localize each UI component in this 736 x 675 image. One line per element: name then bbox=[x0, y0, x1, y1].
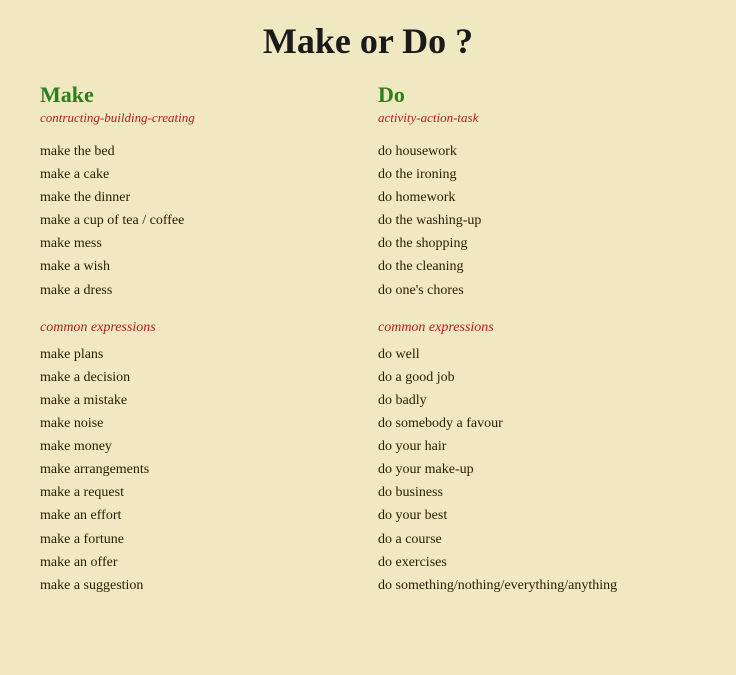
do-expression-items: do welldo a good jobdo badlydo somebody … bbox=[378, 343, 696, 597]
make-column: Make contructing-building-creating make … bbox=[30, 82, 368, 597]
list-item: make arrangements bbox=[40, 458, 358, 481]
list-item: make an offer bbox=[40, 551, 358, 574]
columns: Make contructing-building-creating make … bbox=[30, 82, 706, 597]
list-item: make the dinner bbox=[40, 186, 358, 209]
list-item: do your best bbox=[378, 504, 696, 527]
list-item: make a cup of tea / coffee bbox=[40, 209, 358, 232]
list-item: make a request bbox=[40, 481, 358, 504]
list-item: make the bed bbox=[40, 140, 358, 163]
make-basic-items: make the bedmake a cakemake the dinnerma… bbox=[40, 140, 358, 302]
list-item: make mess bbox=[40, 232, 358, 255]
do-section-label: common expressions bbox=[378, 316, 696, 339]
list-item: do one's chores bbox=[378, 279, 696, 302]
list-item: do something/nothing/everything/anything bbox=[378, 574, 696, 597]
do-column: Do activity-action-task do houseworkdo t… bbox=[368, 82, 706, 597]
list-item: do exercises bbox=[378, 551, 696, 574]
list-item: do homework bbox=[378, 186, 696, 209]
do-basic-items: do houseworkdo the ironingdo homeworkdo … bbox=[378, 140, 696, 302]
list-item: make money bbox=[40, 435, 358, 458]
list-item: do the ironing bbox=[378, 163, 696, 186]
list-item: do well bbox=[378, 343, 696, 366]
list-item: do your make-up bbox=[378, 458, 696, 481]
list-item: do the cleaning bbox=[378, 255, 696, 278]
make-subtitle: contructing-building-creating bbox=[40, 110, 358, 126]
make-heading: Make bbox=[40, 82, 358, 108]
list-item: make a cake bbox=[40, 163, 358, 186]
list-item: make a dress bbox=[40, 279, 358, 302]
list-item: make an effort bbox=[40, 504, 358, 527]
do-subtitle: activity-action-task bbox=[378, 110, 696, 126]
make-section-label: common expressions bbox=[40, 316, 358, 339]
list-item: do badly bbox=[378, 389, 696, 412]
list-item: make a fortune bbox=[40, 528, 358, 551]
list-item: do somebody a favour bbox=[378, 412, 696, 435]
list-item: make a decision bbox=[40, 366, 358, 389]
do-heading: Do bbox=[378, 82, 696, 108]
list-item: do business bbox=[378, 481, 696, 504]
list-item: make plans bbox=[40, 343, 358, 366]
make-expression-items: make plansmake a decisionmake a mistakem… bbox=[40, 343, 358, 597]
list-item: do a good job bbox=[378, 366, 696, 389]
list-item: make a suggestion bbox=[40, 574, 358, 597]
list-item: make noise bbox=[40, 412, 358, 435]
list-item: make a wish bbox=[40, 255, 358, 278]
list-item: make a mistake bbox=[40, 389, 358, 412]
page: Make or Do ? Make contructing-building-c… bbox=[0, 0, 736, 675]
main-title: Make or Do ? bbox=[30, 20, 706, 62]
list-item: do housework bbox=[378, 140, 696, 163]
list-item: do your hair bbox=[378, 435, 696, 458]
list-item: do a course bbox=[378, 528, 696, 551]
list-item: do the shopping bbox=[378, 232, 696, 255]
list-item: do the washing-up bbox=[378, 209, 696, 232]
